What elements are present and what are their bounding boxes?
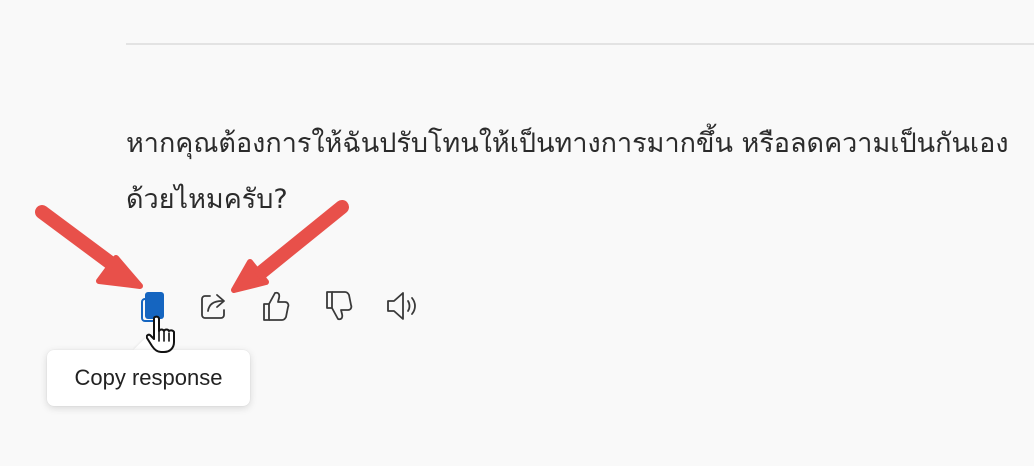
- hand-cursor-icon: [145, 314, 180, 354]
- dislike-button[interactable]: [322, 286, 356, 326]
- message-line: ด้วยไหมครับ?: [126, 184, 288, 215]
- read-aloud-button[interactable]: [386, 286, 420, 326]
- message-divider: [126, 43, 1034, 45]
- share-icon: [198, 290, 230, 322]
- share-button[interactable]: [197, 286, 231, 326]
- message-action-bar: [136, 286, 436, 326]
- like-button[interactable]: [259, 286, 293, 326]
- copy-response-tooltip: Copy response: [47, 350, 250, 406]
- thumbs-down-icon: [324, 289, 354, 323]
- speaker-icon: [385, 289, 421, 323]
- tooltip-text: Copy response: [74, 365, 223, 390]
- assistant-message: หากคุณต้องการให้ฉันปรับโทนให้เป็นทางการม…: [126, 116, 1034, 228]
- message-line: หากคุณต้องการให้ฉันปรับโทนให้เป็นทางการม…: [126, 128, 1009, 159]
- thumbs-up-icon: [261, 289, 291, 323]
